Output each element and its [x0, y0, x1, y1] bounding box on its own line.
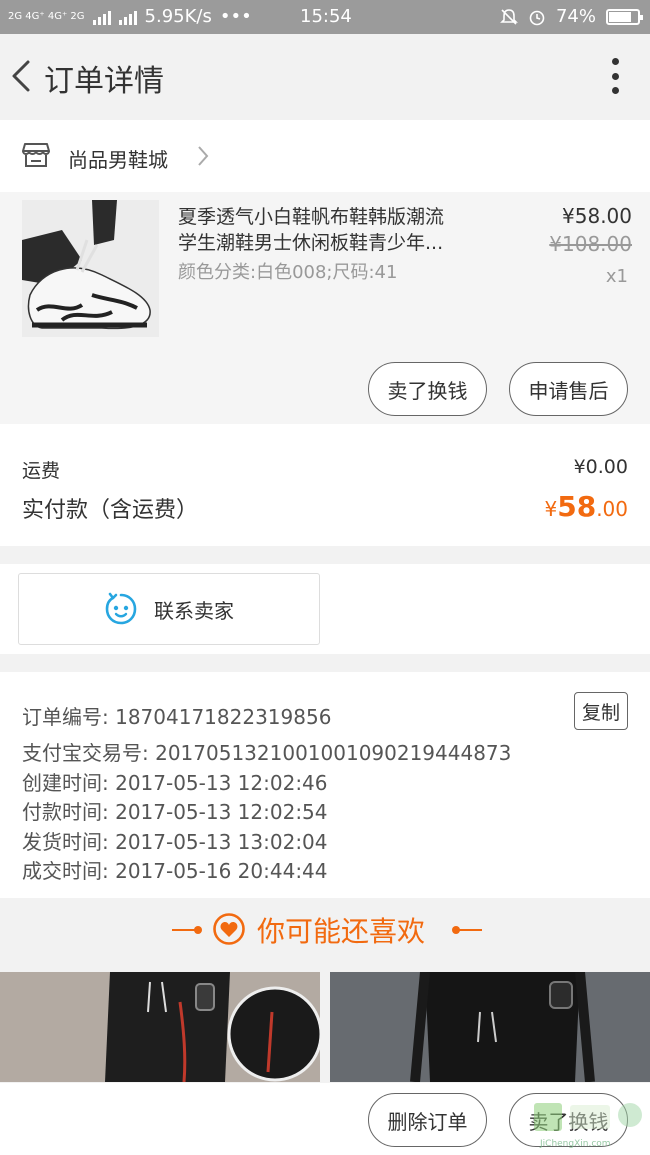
watermark-text: JiChengXin.com: [540, 1139, 611, 1149]
paid-decimal: .00: [596, 497, 628, 521]
product-title-line: 夏季透气小白鞋帆布鞋韩版潮流: [178, 206, 445, 228]
copy-button[interactable]: 复制: [574, 692, 628, 730]
network-type: 2G 4G⁺ 4G⁺ 2G: [8, 10, 85, 22]
order-item[interactable]: 夏季透气小白鞋帆布鞋韩版潮流 学生潮鞋男士休闲板鞋青少年... 颜色分类:白色0…: [0, 192, 650, 424]
sell-for-cash-button[interactable]: 卖了换钱: [368, 362, 487, 416]
nav-bar: 订单详情: [0, 34, 650, 120]
shop-row[interactable]: 尚品男鞋城: [0, 120, 650, 192]
page-title: 订单详情: [44, 64, 164, 99]
payment-summary: 运费 ¥0.00 实付款（含运费） ¥58.00: [0, 424, 650, 546]
after-sale-button[interactable]: 申请售后: [509, 362, 628, 416]
status-left: 2G 4G⁺ 4G⁺ 2G 5.95K/s •••: [8, 6, 252, 27]
shipping-value: ¥0.00: [573, 456, 628, 478]
product-sku: 颜色分类:白色008;尺码:41: [178, 262, 398, 283]
created-time: 创建时间: 2017-05-13 12:02:46: [22, 771, 328, 795]
paid-time: 付款时间: 2017-05-13 12:02:54: [22, 800, 328, 824]
shop-name: 尚品男鞋城: [68, 148, 168, 172]
recommend-header: 你可能还喜欢: [0, 898, 650, 962]
shipping-label: 运费: [22, 460, 61, 482]
network-speed: 5.95K/s: [144, 6, 212, 27]
status-bar: 2G 4G⁺ 4G⁺ 2G 5.95K/s ••• 15:54 74%: [0, 0, 650, 34]
divider: [456, 929, 482, 931]
alarm-icon: [529, 10, 545, 25]
recommend-product-1[interactable]: [0, 972, 320, 1082]
paid-amount: ¥58.00: [544, 490, 628, 523]
order-info: 订单编号: 18704171822319856 复制 支付宝交易号: 20170…: [0, 672, 650, 898]
paid-integer: 58: [557, 490, 597, 523]
watermark-logo: JiChengXin.com: [530, 1099, 648, 1149]
shop-icon: [22, 143, 50, 167]
battery-percent: 74%: [555, 6, 596, 27]
status-right: 74%: [500, 6, 643, 27]
product-price: ¥58.00: [562, 204, 632, 228]
product-quantity: x1: [605, 266, 628, 287]
order-number: 订单编号: 18704171822319856: [22, 705, 332, 729]
more-notifications: •••: [219, 6, 252, 27]
recommend-product-2[interactable]: [330, 972, 650, 1082]
back-arrow-icon[interactable]: [8, 56, 36, 96]
original-price: ¥108.00: [549, 232, 632, 256]
contact-seller-button[interactable]: 联系卖家: [18, 573, 320, 645]
mute-bell-icon: [500, 8, 518, 25]
heart-icon: [213, 913, 245, 945]
signal-icon: [118, 9, 137, 25]
signal-icon: [92, 9, 111, 25]
bottom-action-bar: 删除订单 卖了换钱 JiChengXin.com: [0, 1083, 650, 1155]
chat-bubble-icon: [105, 592, 137, 625]
product-image[interactable]: [22, 200, 159, 337]
divider-dot: [194, 926, 202, 934]
shipped-time: 发货时间: 2017-05-13 13:02:04: [22, 830, 328, 854]
alipay-trade-number: 支付宝交易号: 2017051321001001090219444873: [22, 741, 512, 765]
delete-order-button[interactable]: 删除订单: [368, 1093, 487, 1147]
completed-time: 成交时间: 2017-05-16 20:44:44: [22, 859, 328, 883]
product-title-line: 学生潮鞋男士休闲板鞋青少年...: [178, 232, 444, 254]
contact-seller-label: 联系卖家: [154, 598, 234, 623]
contact-section: 联系卖家: [0, 564, 650, 654]
more-vertical-icon[interactable]: [610, 58, 620, 94]
paid-label: 实付款（含运费）: [22, 498, 199, 523]
recommend-title: 你可能还喜欢: [257, 915, 426, 948]
chevron-right-icon: [198, 146, 209, 166]
clock: 15:54: [300, 6, 352, 27]
paid-currency: ¥: [544, 497, 558, 521]
product-title[interactable]: 夏季透气小白鞋帆布鞋韩版潮流 学生潮鞋男士休闲板鞋青少年...: [178, 204, 498, 256]
battery-icon: [606, 8, 643, 25]
